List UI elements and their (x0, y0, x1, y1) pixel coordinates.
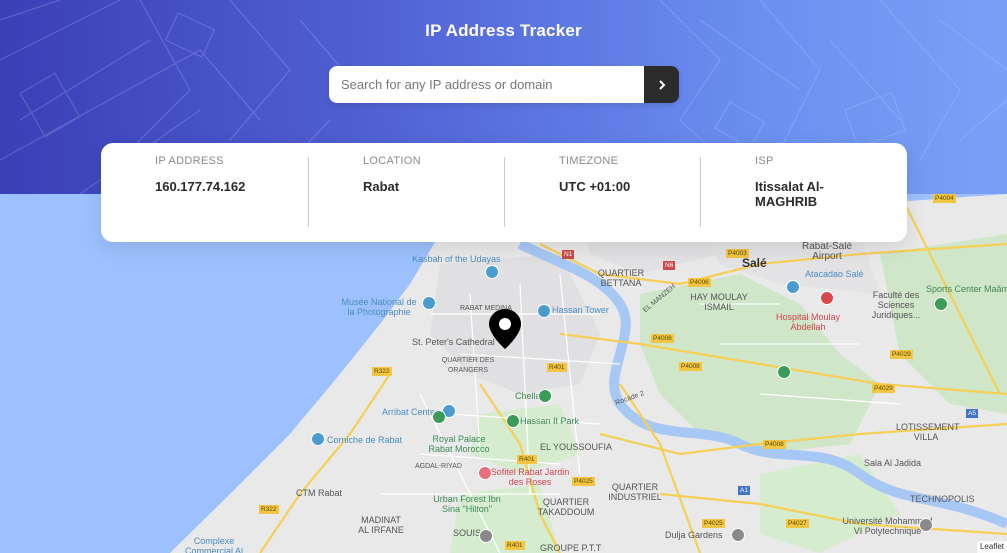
search-input[interactable] (329, 66, 644, 103)
map-label-bettana: QUARTIER BETTANA (597, 268, 645, 288)
map-label-agdal: AGDAL-RIYAD (415, 463, 462, 470)
map-label-lotissement: LOTISSEMENT VILLA (896, 422, 960, 442)
map-label-industriel: QUARTIER INDUSTRIEL (608, 482, 662, 502)
poi-icon[interactable] (538, 389, 552, 403)
map-label-corniche: Corniche de Rabat (327, 435, 403, 445)
chevron-right-icon (658, 79, 665, 90)
poi-icon[interactable] (934, 297, 948, 311)
poi-icon[interactable] (485, 265, 499, 279)
road-badge: P4008 (651, 334, 674, 343)
road-badge: R322 (259, 505, 279, 514)
map-label-technopolis: TECHNOPOLIS (910, 494, 975, 504)
poi-icon[interactable] (731, 528, 745, 542)
map-label-musee: Musée National de la Photographie (341, 297, 417, 317)
map-label-airport: Rabat-Salé Airport (801, 241, 853, 262)
ip-address-value: 160.177.74.162 (155, 179, 246, 194)
timezone-label: TIMEZONE (559, 155, 619, 167)
map-label-el-youssoufia: EL YOUSSOUFIA (540, 442, 613, 452)
ip-info-card: IP ADDRESS 160.177.74.162 LOCATION Rabat… (101, 143, 907, 242)
road-badge: P4004 (933, 194, 956, 203)
map-label-groupe: GROUPE P.T.T (540, 543, 602, 553)
poi-icon[interactable] (777, 365, 791, 379)
poi-icon[interactable] (820, 291, 834, 305)
map-label-sala-jadida: Sala Al Jadida (864, 458, 922, 468)
road-badge: N6 (663, 261, 676, 270)
road-badge: P4025 (572, 477, 595, 486)
timezone-value: UTC +01:00 (559, 179, 631, 194)
map-label-cathedral: St. Peter's Cathedral (412, 337, 495, 347)
road-badge: P4029 (890, 350, 913, 359)
road-badge: N1 (562, 250, 575, 259)
poi-icon[interactable] (786, 280, 800, 294)
location-cell: LOCATION Rabat (309, 143, 505, 242)
road-badge: P4006 (688, 278, 711, 287)
poi-icon[interactable] (506, 414, 520, 428)
map-label-dulja: Dulja Gardens (665, 530, 723, 540)
map[interactable]: Kasbah of the Udayas Musée National de l… (0, 194, 1007, 553)
road-badge: R322 (372, 367, 392, 376)
ip-address-label: IP ADDRESS (155, 155, 224, 167)
map-label-sports-center: Sports Center Maâm (926, 284, 1007, 294)
timezone-cell: TIMEZONE UTC +01:00 (505, 143, 701, 242)
isp-cell: ISP Itissalat Al-MAGHRIB (701, 143, 897, 242)
poi-icon[interactable] (919, 518, 933, 532)
road-badge: A1 (738, 486, 750, 495)
road-badge: R401 (517, 455, 537, 464)
page-title: IP Address Tracker (425, 21, 582, 40)
isp-value: Itissalat Al-MAGHRIB (755, 179, 824, 209)
road-badge: P4025 (702, 519, 725, 528)
map-label-hay-moulay: HAY MOULAY ISMAIL (690, 292, 748, 312)
ip-address-cell: IP ADDRESS 160.177.74.162 (101, 143, 309, 242)
map-label-madinat: MADINAT AL IRFANE (358, 515, 404, 535)
map-label-sale: Salé (742, 256, 767, 270)
location-label: LOCATION (363, 155, 421, 167)
isp-label: ISP (755, 155, 774, 167)
poi-icon[interactable] (479, 529, 493, 543)
location-value: Rabat (363, 179, 400, 194)
map-label-royal-palace: Royal Palace Rabat Morocco (428, 434, 490, 454)
poi-icon[interactable] (537, 304, 551, 318)
road-badge: P4003 (726, 249, 749, 258)
map-label-complexe: Complexe Commercial Al Manal (184, 536, 243, 553)
road-badge: R401 (547, 363, 567, 372)
map-label-faculte: Faculté des Sciences Juridiques... (871, 290, 921, 320)
road-badge: P4008 (763, 440, 786, 449)
poi-icon[interactable] (422, 296, 436, 310)
map-label-atacadao: Atacadao Salé (805, 269, 864, 279)
map-label-orangers: QUARTIER DES ORANGERS (441, 357, 495, 374)
map-label-hassan-park: Hassan II Park (520, 416, 580, 426)
poi-icon[interactable] (478, 466, 492, 480)
search-submit-button[interactable] (644, 66, 679, 103)
search-bar (329, 66, 679, 103)
road-badge: A5 (966, 409, 978, 418)
road-badge: P4008 (679, 362, 702, 371)
map-label-arribat: Arribat Center (382, 407, 439, 417)
poi-icon[interactable] (311, 432, 325, 446)
road-badge: P4027 (786, 519, 809, 528)
map-label-kasbah: Kasbah of the Udayas (412, 254, 501, 264)
location-pin-icon[interactable] (488, 308, 522, 350)
map-attribution[interactable]: Leaflet (976, 541, 1007, 553)
map-label-urban-forest: Urban Forest Ibn Sina "Hilton" (433, 494, 501, 514)
map-label-ctm: CTM Rabat (296, 488, 343, 498)
map-label-hassan-tower: Hassan Tower (552, 305, 609, 315)
map-label-sofitel: Sofitel Rabat Jardin des Roses (490, 467, 570, 487)
road-badge: R401 (505, 541, 525, 550)
road-badge: P4029 (872, 384, 895, 393)
map-label-hospital: Hospital Moulay Abdellah (775, 312, 841, 332)
map-label-takaddoum: QUARTIER TAKADDOUM (537, 497, 595, 517)
poi-icon[interactable] (432, 410, 446, 424)
